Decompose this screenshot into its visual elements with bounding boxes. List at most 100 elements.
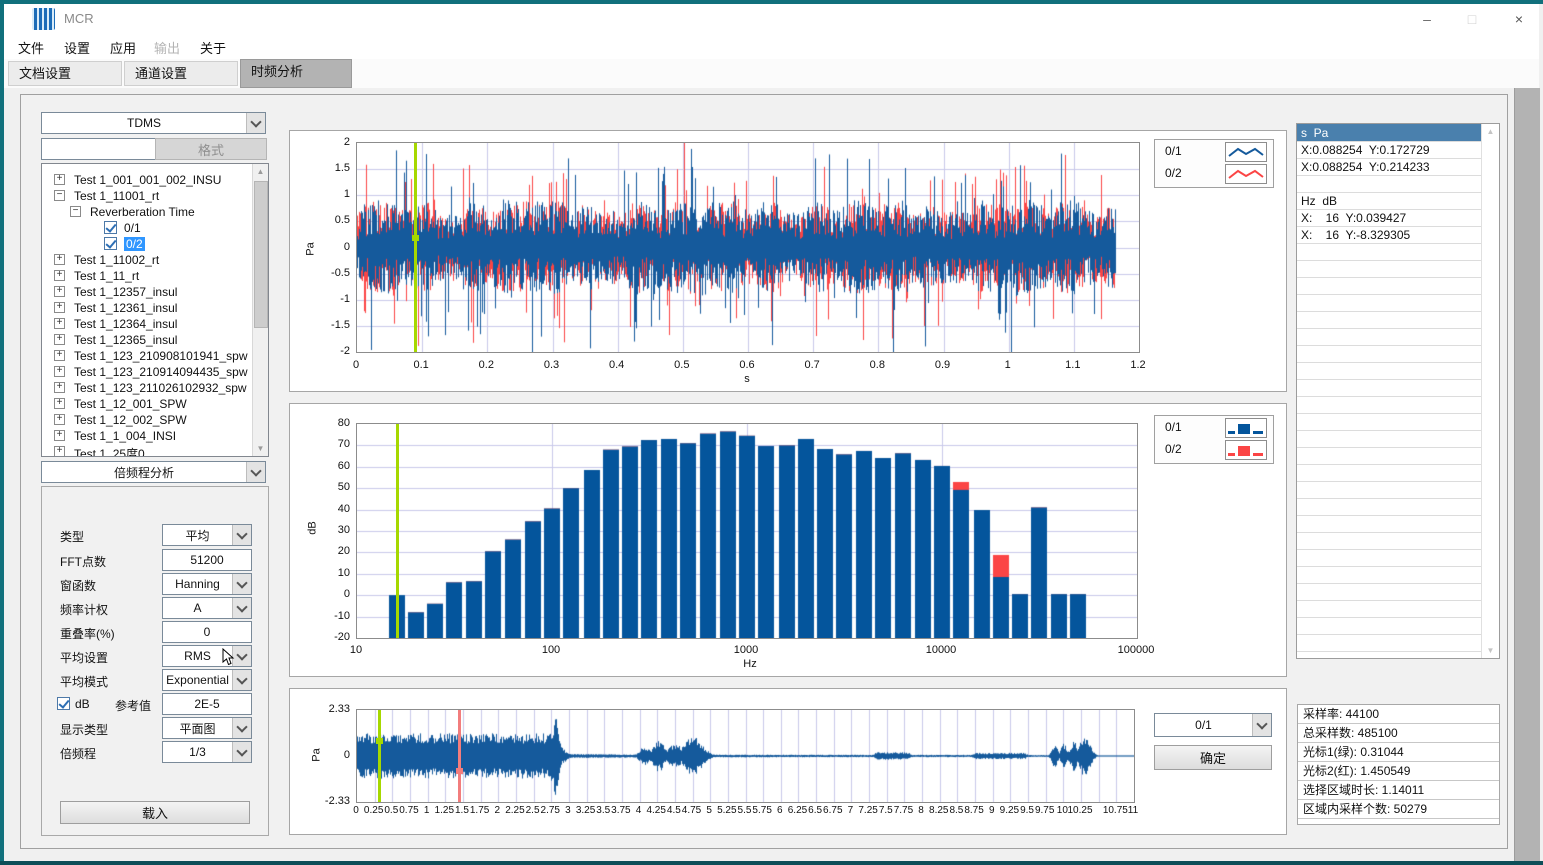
tree-scrollbar[interactable]: ▲ ▼	[252, 164, 268, 456]
tree-item-label[interactable]: Test 1_123_211026102932_spw	[74, 381, 247, 395]
form-select-9[interactable]: 1/3	[162, 741, 252, 763]
expand-icon[interactable]: +	[54, 350, 65, 361]
form-input-1[interactable]: 51200	[162, 549, 252, 571]
expand-icon[interactable]: +	[54, 414, 65, 425]
tree-item[interactable]: + Test 1_12361_insul	[42, 300, 252, 316]
legend-row[interactable]: 0/1	[1155, 140, 1273, 162]
octave-spectrum-plot[interactable]	[356, 423, 1138, 639]
tree-item-label[interactable]: Test 1_123_210908101941_spw	[74, 349, 247, 363]
tree-item-label[interactable]: Test 1_12364_insul	[74, 317, 177, 331]
tree-item[interactable]: + Test 1_12_001_SPW	[42, 396, 252, 412]
expand-icon[interactable]: +	[54, 398, 65, 409]
tree-item-label[interactable]: Test 1_12361_insul	[74, 301, 177, 315]
tree-item[interactable]: + Test 1_123_210914094435_spw	[42, 364, 252, 380]
tree-item-label[interactable]: Test 1_12_001_SPW	[74, 397, 187, 411]
tree-item[interactable]: + Test 1_11_rt	[42, 268, 252, 284]
legend-row[interactable]: 0/1	[1155, 416, 1273, 438]
scroll-up-icon[interactable]: ▲	[253, 164, 268, 179]
menu-settings[interactable]: 设置	[64, 38, 90, 57]
tree-item-label[interactable]: Test 1_001_001_002_INSU	[74, 173, 221, 187]
scroll-down-icon[interactable]: ▼	[253, 441, 268, 456]
checkbox[interactable]	[104, 221, 117, 234]
tree-item-label[interactable]: Test 1_123_210914094435_spw	[74, 365, 247, 379]
chevron-down-icon[interactable]	[232, 598, 251, 618]
tab-document-settings[interactable]: 文档设置	[8, 61, 122, 86]
green-cursor-line[interactable]	[414, 143, 417, 352]
load-button[interactable]: 载入	[60, 801, 250, 824]
tree-item-label[interactable]: Test 1_11002_rt	[74, 253, 159, 267]
chevron-down-icon[interactable]	[232, 525, 251, 545]
legend-row[interactable]: 0/2	[1155, 162, 1273, 184]
readout-header[interactable]: s Pa	[1297, 124, 1481, 142]
tab-channel-settings[interactable]: 通道设置	[124, 61, 238, 86]
tree-item[interactable]: + Test 1_12364_insul	[42, 316, 252, 332]
tree-item-label[interactable]: Test 1_25度0	[74, 445, 145, 457]
tree-item[interactable]: 0/2	[42, 236, 252, 252]
db-checkbox[interactable]	[57, 697, 70, 710]
form-select-2[interactable]: Hanning	[162, 573, 252, 595]
overview-waveform-plot[interactable]	[356, 709, 1135, 803]
green-cursor-line[interactable]	[378, 710, 381, 802]
readout-row[interactable]: X: 16 Y:-8.329305	[1297, 227, 1481, 244]
tree-item[interactable]: + Test 1_12_002_SPW	[42, 412, 252, 428]
red-cursor-line[interactable]	[458, 710, 461, 802]
reference-value-input[interactable]: 2E-5	[162, 693, 252, 715]
tree-item-label[interactable]: Test 1_12_002_SPW	[74, 413, 187, 427]
chevron-down-icon[interactable]	[246, 462, 265, 482]
chevron-down-icon[interactable]	[232, 670, 251, 690]
tree-item-label[interactable]: Reverberation Time	[90, 205, 195, 219]
tree-item-label[interactable]: Test 1_11_rt	[74, 269, 139, 283]
menu-file[interactable]: 文件	[18, 38, 44, 57]
expand-icon[interactable]: +	[54, 302, 65, 313]
tree-item[interactable]: +Test 1_1_004_INSI	[42, 428, 252, 444]
expand-icon[interactable]: +	[54, 382, 65, 393]
minimize-button[interactable]: –	[1412, 10, 1442, 30]
green-cursor-line[interactable]	[396, 424, 399, 638]
expand-icon[interactable]: +	[54, 174, 65, 185]
menu-about[interactable]: 关于	[200, 38, 226, 57]
maximize-button[interactable]: □	[1457, 10, 1487, 30]
form-input-4[interactable]: 0	[162, 621, 252, 643]
channel-select-combo[interactable]: 0/1	[1154, 713, 1272, 737]
chevron-down-icon[interactable]	[232, 742, 251, 762]
expand-icon[interactable]: +	[54, 366, 65, 377]
tree-item[interactable]: +Test 1_12357_insul	[42, 284, 252, 300]
analysis-type-combo[interactable]: 倍频程分析	[41, 461, 266, 483]
form-select-8[interactable]: 平面图	[162, 717, 252, 739]
form-select-0[interactable]: 平均	[162, 524, 252, 546]
scroll-down-icon[interactable]: ▼	[1482, 643, 1499, 658]
tree-item[interactable]: + Test 1_123_211026102932_spw	[42, 380, 252, 396]
data-source-combo[interactable]: TDMS	[41, 112, 266, 134]
confirm-button[interactable]: 确定	[1154, 745, 1272, 770]
expand-icon[interactable]: +	[54, 270, 65, 281]
readout-row[interactable]: Hz dB	[1297, 193, 1481, 210]
readout-row[interactable]: X: 16 Y:0.039427	[1297, 210, 1481, 227]
tab-time-frequency-analysis[interactable]: 时频分析	[240, 59, 352, 88]
expand-icon[interactable]: +	[54, 446, 65, 457]
tree-item-label[interactable]: Test 1_1_004_INSI	[74, 429, 176, 443]
scroll-up-icon[interactable]: ▲	[1482, 124, 1499, 139]
tree-scroll-thumb[interactable]	[254, 181, 268, 328]
tree-item[interactable]: 0/1	[42, 220, 252, 236]
chevron-down-icon[interactable]	[246, 113, 265, 133]
collapse-icon[interactable]: −	[54, 190, 65, 201]
collapse-icon[interactable]: −	[70, 206, 81, 217]
expand-icon[interactable]: +	[54, 334, 65, 345]
tree-item[interactable]: + Test 1_11002_rt	[42, 252, 252, 268]
readout-scrollbar[interactable]: ▲ ▼	[1481, 124, 1499, 658]
tree-item-label[interactable]: Test 1_11001_rt	[74, 189, 159, 203]
legend-row[interactable]: 0/2	[1155, 438, 1273, 460]
readout-row[interactable]: X:0.088254 Y:0.214233	[1297, 159, 1481, 176]
tree-item[interactable]: +Test 1_12365_insul	[42, 332, 252, 348]
form-select-3[interactable]: A	[162, 597, 252, 619]
expand-icon[interactable]: +	[54, 254, 65, 265]
expand-icon[interactable]: +	[54, 318, 65, 329]
tree-item-label[interactable]: 0/1	[124, 221, 141, 235]
tree-item-label[interactable]: 0/2	[124, 237, 145, 251]
readout-row[interactable]: X:0.088254 Y:0.172729	[1297, 142, 1481, 159]
filter-input[interactable]	[41, 138, 156, 160]
checkbox[interactable]	[104, 237, 117, 250]
tree-item[interactable]: −Test 1_11001_rt	[42, 188, 252, 204]
close-button[interactable]: ×	[1504, 10, 1534, 30]
expand-icon[interactable]: +	[54, 286, 65, 297]
